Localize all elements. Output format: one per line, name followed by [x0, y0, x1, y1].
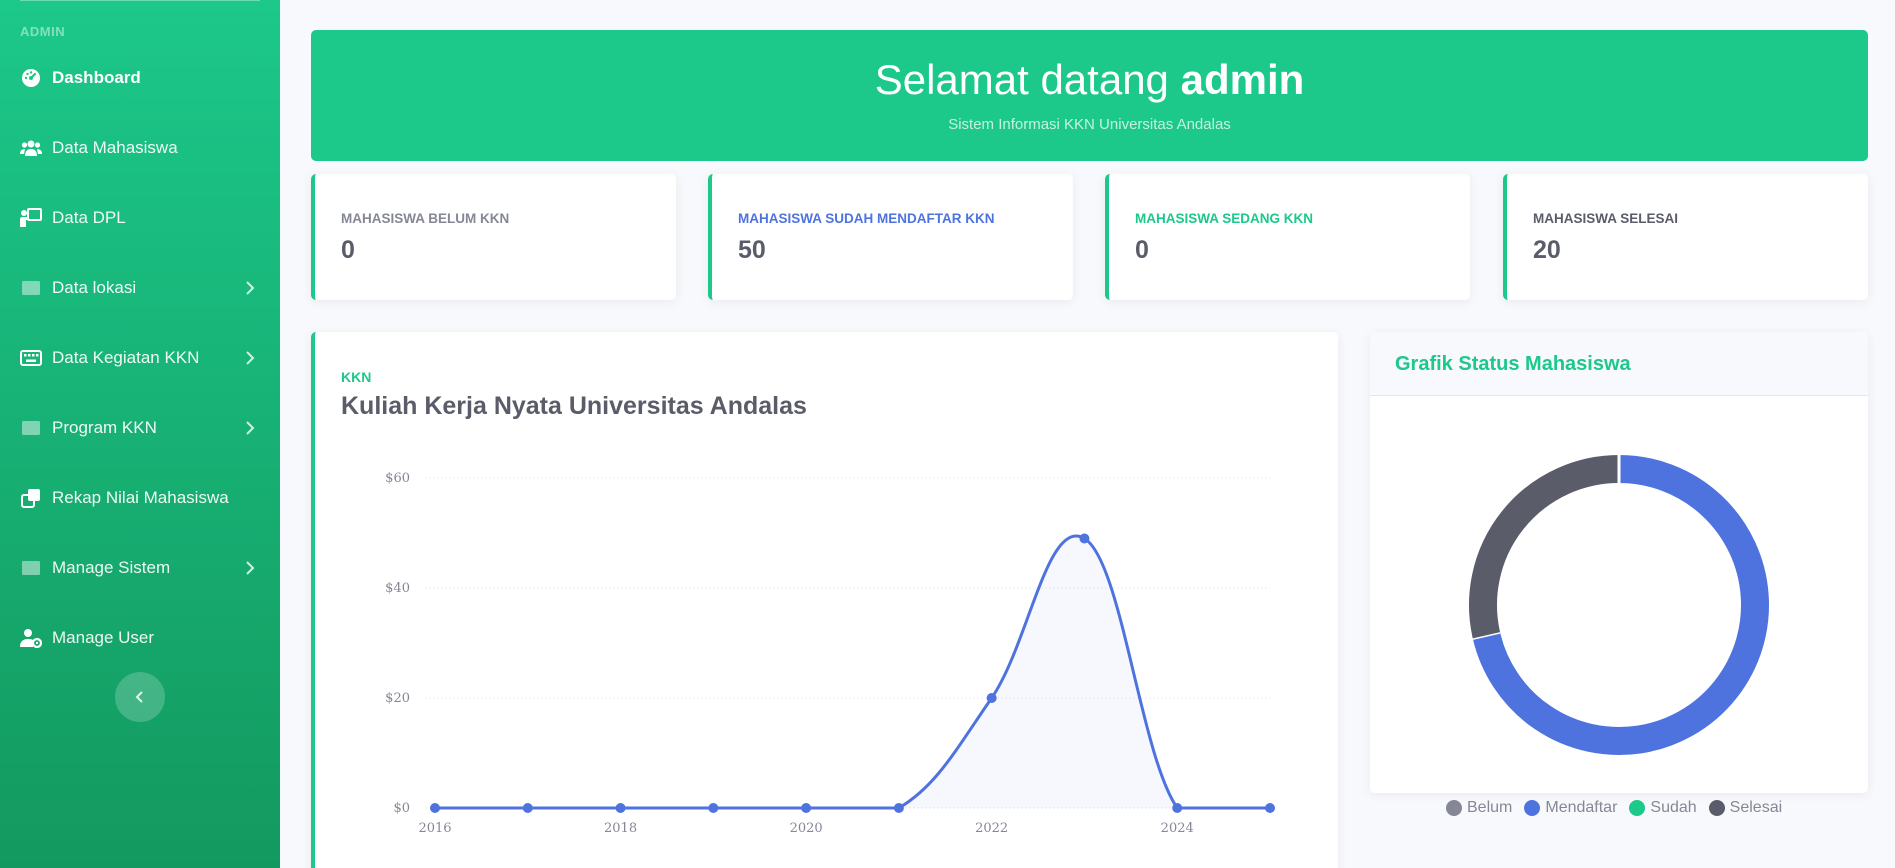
- stat-label: MAHASISWA SEDANG KKN: [1135, 211, 1314, 226]
- x-tick-label: 2018: [604, 821, 637, 836]
- stat-value: 0: [341, 236, 355, 264]
- chevron-right-icon: [246, 421, 255, 435]
- sidebar-item-rekap-nilai-mahasiswa[interactable]: Rekap Nilai Mahasiswa: [0, 474, 280, 522]
- legend-label: Selesai: [1729, 799, 1783, 816]
- legend-item-belum[interactable]: Belum: [1446, 799, 1512, 817]
- sidebar-toggle-button[interactable]: [115, 672, 165, 722]
- stat-label: MAHASISWA SUDAH MENDAFTAR KKN: [738, 211, 995, 226]
- legend-label: Sudah: [1650, 799, 1697, 816]
- keyboard-icon: [20, 347, 42, 369]
- copy-icon: [20, 487, 42, 509]
- sidebar-item-data-dpl[interactable]: Data DPL: [0, 194, 280, 242]
- stat-value: 50: [738, 236, 766, 264]
- data-point[interactable]: [986, 693, 997, 703]
- sidebar-item-manage-sistem[interactable]: Manage Sistem: [0, 544, 280, 592]
- stat-value: 20: [1533, 236, 1561, 264]
- sidebar-item-label: Dashboard: [52, 68, 141, 87]
- folder-icon: [20, 557, 42, 579]
- legend-swatch: [1629, 800, 1646, 816]
- sidebar-item-dashboard[interactable]: Dashboard: [0, 54, 280, 102]
- welcome-greeting: Selamat datang: [874, 56, 1169, 103]
- sidebar: ADMIN Dashboard Data Mahasiswa Data DPL …: [0, 0, 280, 868]
- stat-card-sedang-kkn: MAHASISWA SEDANG KKN 0: [1105, 174, 1470, 300]
- legend-label: Belum: [1467, 799, 1513, 816]
- sidebar-heading: ADMIN: [20, 24, 66, 39]
- chevron-right-icon: [246, 281, 255, 295]
- series-area: [435, 535, 1270, 808]
- chevron-right-icon: [246, 351, 255, 365]
- data-point[interactable]: [1172, 803, 1183, 813]
- kkn-chart-card: KKN Kuliah Kerja Nyata Universitas Andal…: [311, 332, 1338, 868]
- stat-value: 0: [1135, 236, 1149, 264]
- teacher-icon: [20, 207, 42, 229]
- data-point[interactable]: [615, 803, 626, 813]
- welcome-banner: Selamat datang admin Sistem Informasi KK…: [311, 30, 1868, 161]
- y-tick-label: $40: [385, 581, 410, 596]
- user-gear-icon: [20, 627, 42, 649]
- data-point[interactable]: [893, 803, 904, 813]
- data-point[interactable]: [430, 803, 440, 813]
- stat-card-selesai: MAHASISWA SELESAI 20: [1503, 174, 1868, 300]
- chevron-right-icon: [246, 561, 255, 575]
- donut-slice-selesai[interactable]: [1469, 455, 1620, 639]
- sidebar-item-label: Data Mahasiswa: [52, 138, 178, 157]
- users-icon: [20, 137, 42, 159]
- sidebar-item-label: Rekap Nilai Mahasiswa: [52, 488, 229, 507]
- stat-label: MAHASISWA BELUM KKN: [341, 211, 510, 226]
- chevron-left-icon: [135, 691, 143, 703]
- stat-card-belum-kkn: MAHASISWA BELUM KKN 0: [311, 174, 676, 300]
- data-point[interactable]: [801, 803, 812, 813]
- legend-label: Mendaftar: [1545, 799, 1618, 816]
- y-tick-label: $0: [393, 801, 410, 816]
- sidebar-item-program-kkn[interactable]: Program KKN: [0, 404, 280, 452]
- data-point[interactable]: [708, 803, 719, 813]
- legend-item-selesai[interactable]: Selesai: [1708, 799, 1783, 817]
- data-point[interactable]: [522, 803, 533, 813]
- status-chart-card: Grafik Status Mahasiswa: [1370, 332, 1868, 793]
- folder-icon: [20, 417, 42, 439]
- legend-swatch: [1446, 800, 1462, 816]
- x-tick-label: 2020: [790, 821, 823, 836]
- sidebar-item-label: Manage User: [52, 628, 155, 647]
- sidebar-divider: [20, 0, 260, 1]
- sidebar-item-data-lokasi[interactable]: Data lokasi: [0, 264, 280, 312]
- kkn-area-chart: $0 $20 $40 $60 2016 2018 2020 2022 2024: [385, 471, 1275, 836]
- dashboard-icon: [20, 67, 42, 89]
- sidebar-item-label: Data Kegiatan KKN: [52, 348, 200, 367]
- welcome-subtitle: Sistem Informasi KKN Universitas Andalas: [948, 116, 1231, 133]
- donut-legend: Belum Mendaftar Sudah Selesai: [1446, 799, 1782, 817]
- folder-icon: [20, 277, 42, 299]
- data-point[interactable]: [1079, 533, 1090, 544]
- y-tick-label: $60: [385, 471, 410, 486]
- data-point[interactable]: [1265, 803, 1275, 813]
- welcome-title: Selamat datang admin: [311, 56, 1868, 104]
- x-tick-label: 2016: [418, 821, 451, 836]
- legend-swatch: [1708, 800, 1725, 816]
- sidebar-item-label: Program KKN: [52, 418, 157, 437]
- sidebar-item-label: Manage Sistem: [52, 558, 171, 577]
- status-donut-chart: [1469, 455, 1769, 755]
- sidebar-item-data-kegiatan-kkn[interactable]: Data Kegiatan KKN: [0, 334, 280, 382]
- x-tick-label: 2024: [1161, 821, 1194, 836]
- legend-swatch: [1524, 800, 1541, 816]
- sidebar-item-label: Data DPL: [52, 208, 126, 227]
- sidebar-item-manage-user[interactable]: Manage User: [0, 614, 280, 662]
- x-tick-label: 2022: [975, 821, 1008, 836]
- sidebar-item-label: Data lokasi: [52, 278, 137, 297]
- y-tick-label: $20: [385, 691, 410, 706]
- legend-item-mendaftar[interactable]: Mendaftar: [1524, 799, 1617, 817]
- stat-label: MAHASISWA SELESAI: [1533, 211, 1679, 226]
- legend-item-sudah[interactable]: Sudah: [1629, 799, 1697, 817]
- welcome-username: admin: [1180, 56, 1305, 103]
- sidebar-item-data-mahasiswa[interactable]: Data Mahasiswa: [0, 124, 280, 172]
- stat-card-sudah-mendaftar: MAHASISWA SUDAH MENDAFTAR KKN 50: [708, 174, 1073, 300]
